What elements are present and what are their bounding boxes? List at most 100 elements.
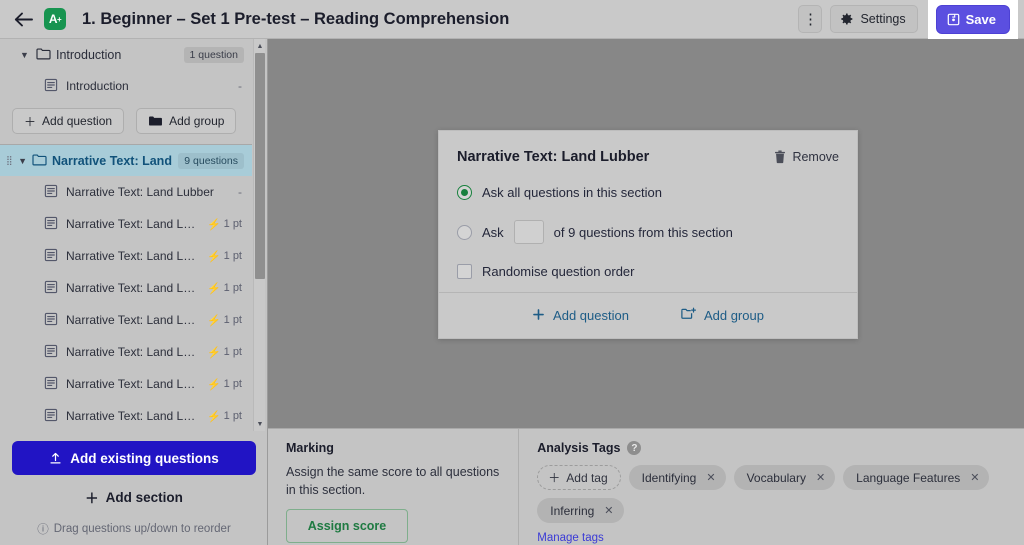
list-item[interactable]: Narrative Text: Land Lubber… ⚡ 1 pt — [0, 208, 252, 240]
more-options-button[interactable]: ⋮ — [798, 5, 823, 33]
option-ask-some-suffix: of 9 questions from this section — [553, 224, 733, 240]
option-randomise-row[interactable]: Randomise question order — [457, 264, 839, 279]
bottom-panel: Marking Assign the same score to all que… — [268, 428, 1024, 545]
modal-add-question-button[interactable]: Add question — [532, 308, 629, 324]
add-tag-label: Add tag — [566, 470, 608, 485]
plus-icon: ＋ — [24, 114, 37, 129]
option-ask-all-label: Ask all questions in this section — [482, 185, 662, 200]
tag-remove-icon[interactable]: ✕ — [706, 471, 715, 484]
list-item-points: 1 pt — [223, 218, 242, 230]
save-button-wrapper: Save — [927, 0, 1018, 39]
sidebar-footer: Add existing questions ＋ Add section ⓘ D… — [0, 431, 267, 545]
settings-button[interactable]: Settings — [830, 5, 918, 33]
add-tag-button[interactable]: ＋ Add tag — [537, 465, 621, 490]
list-item[interactable]: Narrative Text: Land Lubber… ⚡ 1 pt — [0, 304, 252, 336]
sidebar-group-count: 1 question — [183, 46, 244, 63]
question-icon — [44, 376, 58, 393]
modal-header: Narrative Text: Land Lubber Remove — [457, 149, 839, 165]
question-tree-scroll-area[interactable]: ▼ Introduction 1 question Introduction -… — [0, 39, 267, 431]
list-item[interactable]: Narrative Text: Land Lubber… ⚡ 1 pt — [0, 368, 252, 400]
list-item[interactable]: Introduction - — [0, 70, 252, 102]
list-item-points-wrap: ⚡ 1 pt — [207, 218, 242, 231]
logo-plus: + — [57, 14, 62, 24]
tag-chip[interactable]: Language Features ✕ — [843, 465, 990, 490]
list-item[interactable]: Narrative Text: Land Lubber - — [0, 176, 252, 208]
manage-tags-link[interactable]: Manage tags — [537, 532, 604, 544]
sidebar-group-narrative-text[interactable]: ⣿ ▼ Narrative Text: Land Lubber 9 questi… — [0, 145, 252, 176]
question-icon — [44, 280, 58, 297]
upload-icon — [49, 452, 62, 465]
list-item-label: Narrative Text: Land Lubber… — [66, 345, 199, 359]
add-section-label: Add section — [105, 489, 183, 505]
add-question-button[interactable]: ＋ Add question — [12, 108, 125, 134]
remove-section-button[interactable]: Remove — [774, 150, 839, 164]
tag-remove-icon[interactable]: ✕ — [604, 504, 613, 517]
section-settings-modal: Narrative Text: Land Lubber Remove Ask a… — [438, 130, 858, 339]
help-glyph: ? — [631, 442, 638, 454]
save-disk-icon — [947, 13, 960, 26]
remove-label: Remove — [792, 150, 839, 164]
sidebar-group-label: Narrative Text: Land Lubber — [52, 153, 173, 168]
bolt-icon: ⚡ — [206, 346, 221, 359]
chevron-down-icon[interactable]: ▼ — [18, 156, 27, 166]
checkbox-randomise[interactable] — [457, 264, 472, 279]
back-button[interactable] — [10, 6, 36, 32]
list-item[interactable]: Narrative Text: Land Lubber… ⚡ 1 pt — [0, 240, 252, 272]
add-existing-questions-button[interactable]: Add existing questions — [12, 441, 256, 475]
drag-handle-icon[interactable]: ⣿ — [6, 156, 13, 165]
option-ask-all-row[interactable]: Ask all questions in this section — [457, 185, 839, 200]
assign-score-button[interactable]: Assign score — [286, 509, 408, 544]
radio-ask-some[interactable] — [457, 224, 472, 240]
tag-chip[interactable]: Vocabulary ✕ — [733, 465, 836, 490]
randomise-label: Randomise question order — [482, 264, 635, 279]
reorder-hint-label: Drag questions up/down to reorder — [53, 523, 231, 535]
list-item-label: Narrative Text: Land Lubber… — [66, 217, 199, 231]
list-item[interactable]: Narrative Text: Land Lubber… ⚡ 1 pt — [0, 336, 252, 368]
tag-chip[interactable]: Inferring ✕ — [537, 498, 624, 523]
tag-label: Inferring — [550, 503, 595, 518]
tag-label: Vocabulary — [746, 470, 806, 485]
list-item-points-wrap: ⚡ 1 pt — [207, 410, 242, 423]
save-button[interactable]: Save — [935, 4, 1010, 34]
modal-body: Narrative Text: Land Lubber Remove Ask a… — [439, 131, 857, 292]
add-group-button[interactable]: Add group — [136, 108, 237, 134]
modal-add-group-button[interactable]: Add group — [681, 307, 764, 324]
add-section-button[interactable]: ＋ Add section — [12, 479, 256, 515]
question-icon — [44, 216, 58, 233]
tag-remove-icon[interactable]: ✕ — [970, 471, 979, 484]
scroll-up-arrow-icon[interactable]: ▲ — [254, 40, 266, 52]
plus-icon: ＋ — [85, 491, 99, 506]
question-tree-sidebar: ▼ Introduction 1 question Introduction -… — [0, 39, 268, 545]
sidebar-group-introduction[interactable]: ▼ Introduction 1 question — [0, 39, 252, 70]
folder-icon — [32, 153, 47, 169]
radio-ask-all[interactable] — [457, 185, 472, 200]
option-ask-some-prefix: Ask — [482, 224, 504, 240]
list-item-points: - — [238, 185, 242, 199]
list-item[interactable]: Narrative Text: Land Lubber… ⚡ 1 pt — [0, 272, 252, 304]
tag-list: ＋ Add tag Identifying ✕ Vocabulary ✕ Lan… — [537, 465, 1010, 523]
sidebar-scrollbar-thumb[interactable] — [255, 53, 265, 279]
plus-icon — [532, 308, 545, 324]
question-icon — [44, 184, 58, 201]
tag-label: Identifying — [641, 470, 697, 485]
option-ask-some-row[interactable]: Ask of 9 questions from this section — [457, 220, 839, 244]
chevron-down-icon[interactable]: ▼ — [20, 50, 31, 60]
plus-icon: ＋ — [548, 471, 561, 485]
assign-score-label: Assign score — [307, 519, 387, 534]
reorder-hint: ⓘ Drag questions up/down to reorder — [12, 515, 256, 537]
question-icon — [44, 408, 58, 425]
settings-label: Settings — [860, 12, 906, 26]
sidebar-scrollbar[interactable]: ▲ ▼ — [253, 39, 265, 431]
list-item-points-wrap: ⚡ 1 pt — [207, 378, 242, 391]
scroll-down-arrow-icon[interactable]: ▼ — [254, 418, 266, 430]
marking-section: Marking Assign the same score to all que… — [268, 429, 520, 545]
list-item[interactable]: Narrative Text: Land Lubber… ⚡ 1 pt — [0, 400, 252, 431]
gear-icon — [840, 12, 854, 26]
ask-count-input[interactable] — [513, 220, 544, 244]
tag-chip[interactable]: Identifying ✕ — [628, 465, 726, 490]
tag-remove-icon[interactable]: ✕ — [816, 471, 825, 484]
app-root: A + 1. Beginner – Set 1 Pre-test – Readin… — [0, 0, 1024, 545]
list-item-points-wrap: ⚡ 1 pt — [207, 314, 242, 327]
app-header: A + 1. Beginner – Set 1 Pre-test – Readin… — [0, 0, 1024, 39]
help-icon[interactable]: ? — [627, 441, 642, 455]
